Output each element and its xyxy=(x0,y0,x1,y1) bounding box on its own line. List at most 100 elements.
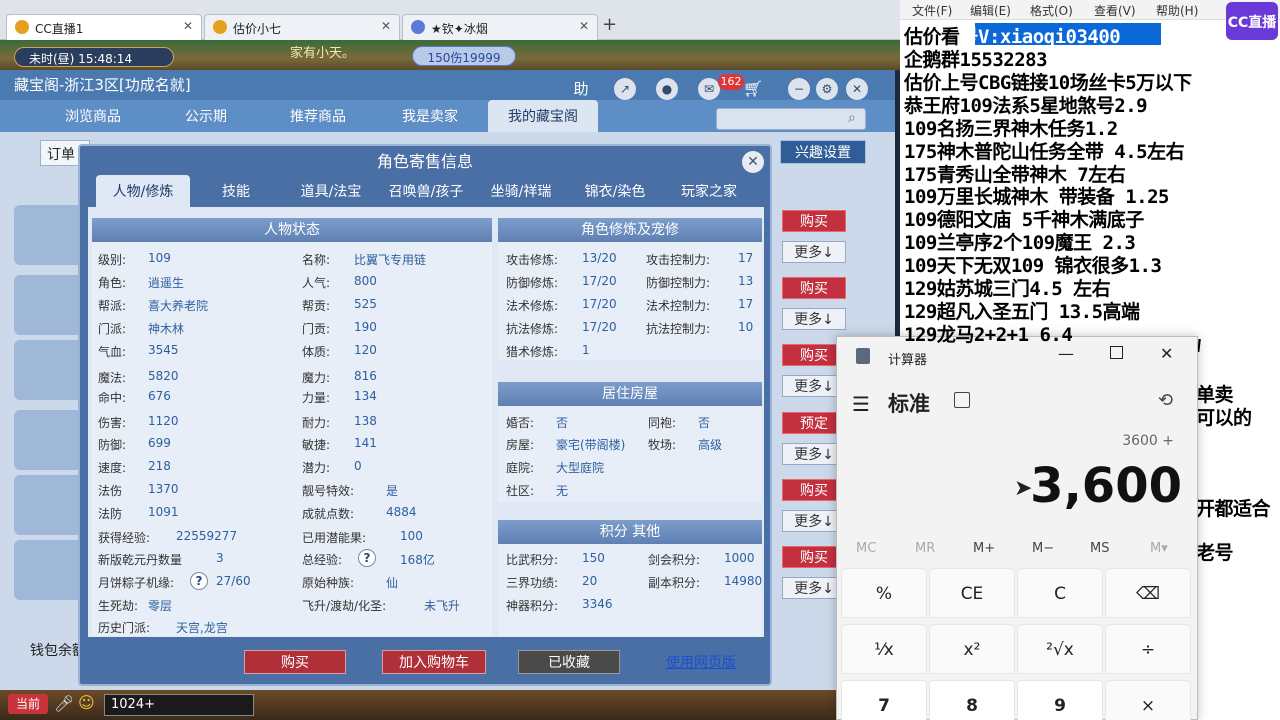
new-tab-button[interactable]: + xyxy=(602,14,617,35)
stat-value: 5820 xyxy=(148,369,179,383)
maximize-icon[interactable] xyxy=(1110,346,1123,359)
listing-avatar[interactable] xyxy=(14,475,84,535)
control-label: 攻击控制力: xyxy=(646,253,711,267)
close-icon[interactable]: ✕ xyxy=(579,19,589,33)
shop-search-input[interactable] xyxy=(716,108,866,130)
mem-add-button[interactable]: M+ xyxy=(973,541,995,556)
menu-view[interactable]: 查看(V) xyxy=(1094,2,1136,19)
menu-help[interactable]: 帮助(H) xyxy=(1156,2,1198,19)
sqrt-key[interactable]: ²√x xyxy=(1017,624,1103,674)
nav-browse[interactable]: 浏览商品 xyxy=(40,100,146,132)
menu-edit[interactable]: 编辑(E) xyxy=(970,2,1011,19)
menu-format[interactable]: 格式(O) xyxy=(1030,2,1073,19)
nav-my-treasure[interactable]: 我的藏宝阁 xyxy=(488,100,598,132)
keep-on-top-icon[interactable] xyxy=(954,392,970,408)
interest-settings-button[interactable]: 兴趣设置 xyxy=(780,140,866,164)
listing-avatar[interactable] xyxy=(14,275,84,335)
stat-value: 未飞升 xyxy=(424,599,461,613)
mem-recall-button[interactable]: MR xyxy=(915,541,935,556)
status-header: 人物状态 xyxy=(92,218,492,242)
cart-icon[interactable]: 🛒︎ xyxy=(742,78,764,100)
help-button[interactable]: 助 xyxy=(570,78,592,100)
minimize-icon[interactable]: — xyxy=(1058,344,1074,363)
clear-entry-key[interactable]: CE xyxy=(929,568,1015,618)
message-icon[interactable]: ✉ xyxy=(698,78,720,100)
stat-label: 门派: xyxy=(98,322,127,336)
eight-key[interactable]: 8 xyxy=(929,680,1015,720)
reciprocal-key[interactable]: ¹⁄x xyxy=(841,624,927,674)
help-question-icon[interactable]: ? xyxy=(358,549,376,567)
listing-avatar[interactable] xyxy=(14,340,84,400)
menu-file[interactable]: 文件(F) xyxy=(912,2,952,19)
house-value: 大型庭院 xyxy=(556,461,605,475)
dialog-title: 角色寄售信息 xyxy=(376,152,473,171)
use-web-version-link[interactable]: 使用网页版 xyxy=(666,652,736,672)
nine-key[interactable]: 9 xyxy=(1017,680,1103,720)
nav-recommend[interactable]: 推荐商品 xyxy=(266,100,370,132)
house-value: 豪宅(带阁楼) xyxy=(556,438,626,452)
tab-items[interactable]: 道具/法宝 xyxy=(286,175,376,207)
minimize-icon[interactable]: − xyxy=(788,78,810,100)
hamburger-menu-icon[interactable]: ☰ xyxy=(852,392,870,416)
tab-character[interactable]: 人物/修炼 xyxy=(96,175,190,207)
mem-clear-button[interactable]: MC xyxy=(856,541,876,556)
stat-label: 已用潜能果: xyxy=(302,531,367,545)
tab-mounts[interactable]: 坐骑/祥瑞 xyxy=(476,175,566,207)
square-key[interactable]: x² xyxy=(929,624,1015,674)
search-icon[interactable]: ⌕ xyxy=(848,110,856,126)
listing-avatar[interactable] xyxy=(14,540,84,600)
history-icon[interactable]: ⟲ xyxy=(1158,390,1173,411)
microphone-icon[interactable]: 🎤︎ xyxy=(54,694,74,713)
tab-pets[interactable]: 召唤兽/孩子 xyxy=(380,175,472,207)
divide-key[interactable]: ÷ xyxy=(1105,624,1191,674)
browser-tab-appraise[interactable]: 估价小七 ✕ xyxy=(204,14,400,40)
close-icon[interactable]: ✕ xyxy=(846,78,868,100)
stat-label: 原始种族: xyxy=(302,576,355,590)
note-line[interactable]: 129龙马2+2+1 6.4 xyxy=(904,320,1073,347)
nav-public[interactable]: 公示期 xyxy=(156,100,256,132)
favorited-button[interactable]: 已收藏 xyxy=(518,650,620,674)
mem-store-button[interactable]: MS xyxy=(1090,541,1109,556)
calc-expression: 3600 + xyxy=(1122,433,1174,449)
stat-value: 120 xyxy=(354,343,377,357)
buy-button[interactable]: 购买 xyxy=(782,210,846,232)
browser-tab-cc[interactable]: CC直播1 ✕ xyxy=(6,14,202,40)
tab-outfits[interactable]: 锦衣/染色 xyxy=(570,175,660,207)
buy-button[interactable]: 购买 xyxy=(244,650,346,674)
tab-home[interactable]: 玩家之家 xyxy=(664,175,754,207)
buy-button[interactable]: 购买 xyxy=(782,277,846,299)
cultivation-value: 1 xyxy=(582,343,590,357)
calc-mode-label: 标准 xyxy=(888,392,930,416)
stat-label: 历史门派: xyxy=(98,621,151,635)
share-icon[interactable]: ↗ xyxy=(614,78,636,100)
add-to-cart-button[interactable]: 加入购物车 xyxy=(382,650,486,674)
help-question-icon[interactable]: ? xyxy=(190,572,208,590)
more-button[interactable]: 更多↓ xyxy=(782,308,846,330)
chat-input[interactable]: 1024+ xyxy=(104,694,254,716)
listing-avatar[interactable] xyxy=(14,410,84,470)
close-icon[interactable]: ✕ xyxy=(742,151,764,173)
mem-subtract-button[interactable]: M− xyxy=(1032,541,1054,556)
clear-key[interactable]: C xyxy=(1017,568,1103,618)
close-icon[interactable]: ✕ xyxy=(381,19,391,33)
stat-value: 仙 xyxy=(386,576,399,590)
listing-avatar[interactable] xyxy=(14,205,84,265)
browser-tab-ice[interactable]: ★钦✦冰烟 ✕ xyxy=(402,14,598,40)
nav-seller[interactable]: 我是卖家 xyxy=(380,100,480,132)
cultivation-value: 13/20 xyxy=(582,251,617,265)
mem-list-button[interactable]: M▾ xyxy=(1150,541,1168,556)
stat-label: 气血: xyxy=(98,345,127,359)
multiply-key[interactable]: × xyxy=(1105,680,1191,720)
percent-key[interactable]: % xyxy=(841,568,927,618)
tab-skills[interactable]: 技能 xyxy=(200,175,272,207)
close-icon[interactable]: ✕ xyxy=(1160,344,1173,363)
seven-key[interactable]: 7 xyxy=(841,680,927,720)
settings-gear-icon[interactable]: ⚙ xyxy=(816,78,838,100)
more-button[interactable]: 更多↓ xyxy=(782,241,846,263)
record-icon[interactable]: ● xyxy=(656,78,678,100)
close-icon[interactable]: ✕ xyxy=(183,19,193,33)
backspace-key[interactable]: ⌫ xyxy=(1105,568,1191,618)
channel-current-button[interactable]: 当前 xyxy=(8,694,48,714)
emoji-icon[interactable]: ☺ xyxy=(78,693,95,712)
stat-label: 潜力: xyxy=(302,461,331,475)
